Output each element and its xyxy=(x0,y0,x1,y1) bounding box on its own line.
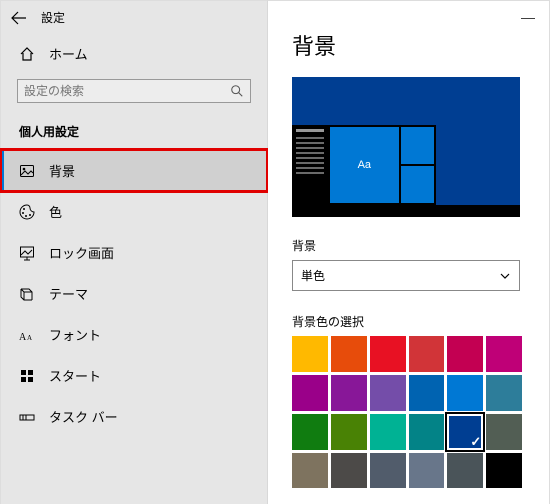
nav-item-4[interactable]: AA フォント xyxy=(1,314,267,355)
nav-label: 背景 xyxy=(49,161,75,180)
main-panel: — 背景 Aa 背景 単色 背景色の選択 xyxy=(268,0,550,504)
preview-menu-list xyxy=(292,125,328,205)
arrow-left-icon xyxy=(11,10,27,26)
color-swatch[interactable] xyxy=(409,336,445,372)
color-swatch[interactable] xyxy=(370,414,406,450)
color-swatch[interactable] xyxy=(331,375,367,411)
preview-taskbar xyxy=(292,205,520,217)
color-swatch[interactable] xyxy=(486,375,522,411)
color-swatch[interactable] xyxy=(486,414,522,450)
color-swatch[interactable] xyxy=(486,453,522,489)
color-swatch[interactable] xyxy=(292,375,328,411)
color-swatch[interactable] xyxy=(409,414,445,450)
color-swatch[interactable] xyxy=(292,336,328,372)
desktop-preview: Aa xyxy=(292,77,520,217)
color-swatch[interactable] xyxy=(409,375,445,411)
svg-text:A: A xyxy=(27,334,32,342)
home-nav[interactable]: ホーム xyxy=(1,34,267,73)
swatch-label: 背景色の選択 xyxy=(292,313,527,330)
nav-icon: AA xyxy=(19,327,35,343)
background-dropdown-value: 単色 xyxy=(301,267,325,284)
color-swatch-grid xyxy=(292,336,522,488)
color-swatch[interactable] xyxy=(447,453,483,489)
color-swatch[interactable] xyxy=(370,375,406,411)
color-swatch[interactable] xyxy=(447,375,483,411)
nav-item-1[interactable]: 色 xyxy=(1,191,267,232)
color-swatch[interactable] xyxy=(292,414,328,450)
nav-item-2[interactable]: ロック画面 xyxy=(1,232,267,273)
nav-label: スタート xyxy=(49,366,101,385)
page-title: 背景 xyxy=(292,29,527,61)
titlebar: 設定 xyxy=(1,1,267,34)
color-swatch[interactable] xyxy=(292,453,328,489)
nav-label: ロック画面 xyxy=(49,243,114,262)
nav-label: フォント xyxy=(49,325,101,344)
color-swatch[interactable] xyxy=(447,414,483,450)
sidebar: 設定 ホーム 個人用設定 背景色ロック画面テーマ AA フォントスタートタスク バー xyxy=(0,0,268,504)
nav-label: テーマ xyxy=(49,284,88,303)
search-box[interactable] xyxy=(17,79,251,103)
preview-tile-big: Aa xyxy=(330,127,399,203)
color-swatch[interactable] xyxy=(370,336,406,372)
nav-item-5[interactable]: スタート xyxy=(1,355,267,396)
color-swatch[interactable] xyxy=(370,453,406,489)
preview-tile xyxy=(401,127,434,164)
nav-label: 色 xyxy=(49,202,62,221)
nav-item-3[interactable]: テーマ xyxy=(1,273,267,314)
nav-item-0[interactable]: 背景 xyxy=(1,150,267,191)
preview-start-menu: Aa xyxy=(292,125,436,205)
home-label: ホーム xyxy=(49,44,88,63)
search-icon xyxy=(230,84,244,98)
search-input[interactable] xyxy=(24,84,230,98)
color-swatch[interactable] xyxy=(331,453,367,489)
nav-item-6[interactable]: タスク バー xyxy=(1,396,267,437)
nav-list: 背景色ロック画面テーマ AA フォントスタートタスク バー xyxy=(1,150,267,437)
preview-tile xyxy=(401,166,434,203)
nav-icon xyxy=(19,245,35,261)
svg-text:A: A xyxy=(19,332,27,343)
nav-icon xyxy=(19,286,35,302)
preview-tiles: Aa xyxy=(328,125,436,205)
color-swatch[interactable] xyxy=(331,414,367,450)
nav-icon xyxy=(19,163,35,179)
nav-icon xyxy=(19,204,35,220)
chevron-down-icon xyxy=(499,270,511,282)
color-swatch[interactable] xyxy=(409,453,445,489)
color-swatch[interactable] xyxy=(331,336,367,372)
home-icon xyxy=(19,46,35,62)
nav-icon xyxy=(19,368,35,384)
background-dropdown[interactable]: 単色 xyxy=(292,260,520,291)
nav-icon xyxy=(19,409,35,425)
category-header: 個人用設定 xyxy=(1,117,267,150)
color-swatch[interactable] xyxy=(486,336,522,372)
color-swatch[interactable] xyxy=(447,336,483,372)
background-dropdown-label: 背景 xyxy=(292,237,527,254)
nav-label: タスク バー xyxy=(49,407,118,426)
back-button[interactable] xyxy=(11,10,27,26)
app-title: 設定 xyxy=(41,9,65,26)
minimize-button[interactable]: — xyxy=(521,9,535,25)
